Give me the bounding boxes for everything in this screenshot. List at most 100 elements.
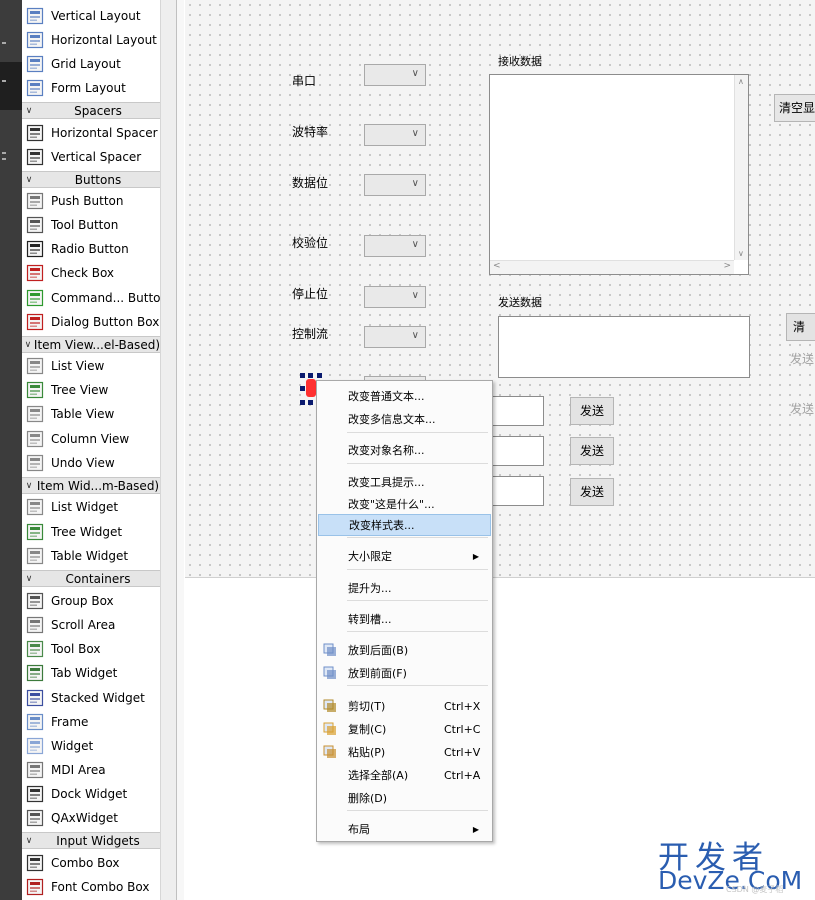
chevron-down-icon[interactable]: ∨ <box>22 340 34 350</box>
widget-item[interactable]: Vertical Spacer <box>22 145 160 169</box>
widget-item[interactable]: Frame <box>22 710 160 734</box>
widget-item[interactable]: QAxWidget <box>22 806 160 830</box>
panel-splitter[interactable] <box>176 0 184 900</box>
send-button-3[interactable]: 发送 <box>570 478 614 506</box>
selection-handle[interactable] <box>308 400 313 405</box>
baud-combo[interactable]: ∨ <box>364 124 426 146</box>
context-menu-item[interactable]: 复制(C) Ctrl+C <box>318 718 491 740</box>
widget-item[interactable]: Scroll Area <box>22 613 160 637</box>
widget-item[interactable]: Table View <box>22 402 160 426</box>
send-line-edit-3[interactable] <box>485 476 544 506</box>
widget-item[interactable]: Command... Button <box>22 286 160 310</box>
context-menu-item[interactable]: 改变"这是什么"... <box>318 493 491 515</box>
scroll-left-icon[interactable]: < <box>493 261 501 271</box>
widget-item[interactable]: Horizontal Spacer <box>22 121 160 145</box>
widget-item[interactable]: Dock Widget <box>22 782 160 806</box>
context-menu-item[interactable]: 布局 ▶ <box>318 818 491 840</box>
widget-item[interactable]: Tab Widget <box>22 661 160 685</box>
horizontal-scrollbar[interactable]: < > <box>490 260 734 274</box>
chevron-down-icon[interactable]: ∨ <box>22 481 36 491</box>
chevron-down-icon: ∨ <box>411 128 419 139</box>
context-menu-item[interactable]: 大小限定 ▶ <box>318 545 491 567</box>
send-button-2[interactable]: 发送 <box>570 437 614 465</box>
widget-category-label: Spacers <box>74 103 122 118</box>
widget-item[interactable]: Stacked Widget <box>22 686 160 710</box>
widget-item[interactable]: Vertical Layout <box>22 4 160 28</box>
widget-item[interactable]: Check Box <box>22 261 160 285</box>
chevron-down-icon[interactable]: ∨ <box>22 106 36 116</box>
widget-item[interactable]: Tree View <box>22 378 160 402</box>
scroll-right-icon[interactable]: > <box>723 261 731 271</box>
widget-item[interactable]: MDI Area <box>22 758 160 782</box>
widget-item[interactable]: Group Box <box>22 589 160 613</box>
chevron-down-icon[interactable]: ∨ <box>22 175 36 185</box>
widget-item[interactable]: Dialog Button Box <box>22 310 160 334</box>
widget-item[interactable]: Form Layout <box>22 76 160 100</box>
selection-handle[interactable] <box>300 400 305 405</box>
context-menu-item[interactable]: 改变样式表... <box>318 514 491 536</box>
widget-category[interactable]: ∨ Item Wid...m-Based) <box>22 477 160 494</box>
data-bits-combo[interactable]: ∨ <box>364 174 426 196</box>
widget-item[interactable]: Tool Box <box>22 637 160 661</box>
send-text-area[interactable] <box>498 316 750 378</box>
widget-category[interactable]: ∨ Spacers <box>22 102 160 119</box>
widget-category[interactable]: ∨ Item View...el-Based) <box>22 336 160 353</box>
widget-item[interactable]: Push Button <box>22 189 160 213</box>
scroll-down-icon[interactable]: ∨ <box>738 249 744 258</box>
clear-send-button[interactable]: 清 <box>786 313 815 341</box>
tool-button-icon <box>26 216 44 234</box>
context-menu-item[interactable]: 选择全部(A) Ctrl+A <box>318 764 491 786</box>
chevron-down-icon[interactable]: ∨ <box>22 836 36 846</box>
widget-category[interactable]: ∨ Containers <box>22 570 160 587</box>
send-line-edit-1[interactable] <box>485 396 544 426</box>
context-menu-item[interactable]: 改变普通文本... <box>318 385 491 407</box>
widget-item-label: Widget <box>51 739 94 753</box>
label-data-bits: 数据位 <box>292 176 329 190</box>
send-line-edit-2[interactable] <box>485 436 544 466</box>
stop-bits-combo[interactable]: ∨ <box>364 286 426 308</box>
clear-display-button[interactable]: 清空显示 <box>774 94 815 122</box>
widget-item[interactable]: Horizontal Layout <box>22 28 160 52</box>
context-menu-item[interactable]: 放到前面(F) <box>318 662 491 684</box>
widget-item[interactable]: Font Combo Box <box>22 875 160 899</box>
context-menu-item[interactable]: 改变工具提示... <box>318 471 491 493</box>
widget-item[interactable]: Radio Button <box>22 237 160 261</box>
context-menu-item[interactable]: 改变对象名称... <box>318 439 491 461</box>
selection-handle[interactable] <box>300 386 305 391</box>
widget-item[interactable]: Tool Button <box>22 213 160 237</box>
widget-item[interactable]: Column View <box>22 427 160 451</box>
widget-item[interactable]: Widget <box>22 734 160 758</box>
flow-control-combo[interactable]: ∨ <box>364 326 426 348</box>
context-menu-item-label: 放到前面(F) <box>348 667 407 680</box>
context-menu-item[interactable]: 删除(D) <box>318 787 491 809</box>
send-button-disabled[interactable]: 发送 <box>790 400 814 417</box>
widget-item[interactable]: Undo View <box>22 451 160 475</box>
chevron-down-icon[interactable]: ∨ <box>22 574 36 584</box>
send-button-1[interactable]: 发送 <box>570 397 614 425</box>
panel-splitter[interactable] <box>160 0 176 900</box>
send-button-disabled[interactable]: 发送 <box>790 350 814 367</box>
scroll-up-icon[interactable]: ∧ <box>738 77 744 86</box>
widget-item[interactable]: List Widget <box>22 495 160 519</box>
widget-item[interactable]: Table Widget <box>22 544 160 568</box>
widget-item[interactable]: Grid Layout <box>22 52 160 76</box>
widget-item[interactable]: Tree Widget <box>22 520 160 544</box>
selection-handle[interactable] <box>300 373 305 378</box>
context-menu-item[interactable]: 粘贴(P) Ctrl+V <box>318 741 491 763</box>
context-menu-item[interactable]: 放到后面(B) <box>318 639 491 661</box>
context-menu-item[interactable]: 改变多信息文本... <box>318 408 491 430</box>
port-combo[interactable]: ∨ <box>364 64 426 86</box>
context-menu-item[interactable]: 提升为... <box>318 577 491 599</box>
parity-combo[interactable]: ∨ <box>364 235 426 257</box>
context-menu-item[interactable]: 剪切(T) Ctrl+X <box>318 695 491 717</box>
form-canvas[interactable]: 串口 波特率 数据位 校验位 停止位 控制流 ∨ ∨ ∨ ∨ ∨ ∨ 接收数据 … <box>185 0 815 578</box>
selection-handle[interactable] <box>308 373 313 378</box>
receive-text-area[interactable]: ∧ ∨ < > <box>489 74 749 275</box>
widget-item[interactable]: Combo Box <box>22 851 160 875</box>
widget-item[interactable]: List View <box>22 354 160 378</box>
widget-category[interactable]: ∨ Input Widgets <box>22 832 160 849</box>
vertical-scrollbar[interactable]: ∧ ∨ <box>734 75 748 260</box>
selection-handle[interactable] <box>317 373 322 378</box>
widget-category[interactable]: ∨ Buttons <box>22 171 160 188</box>
context-menu-item[interactable]: 转到槽... <box>318 608 491 630</box>
